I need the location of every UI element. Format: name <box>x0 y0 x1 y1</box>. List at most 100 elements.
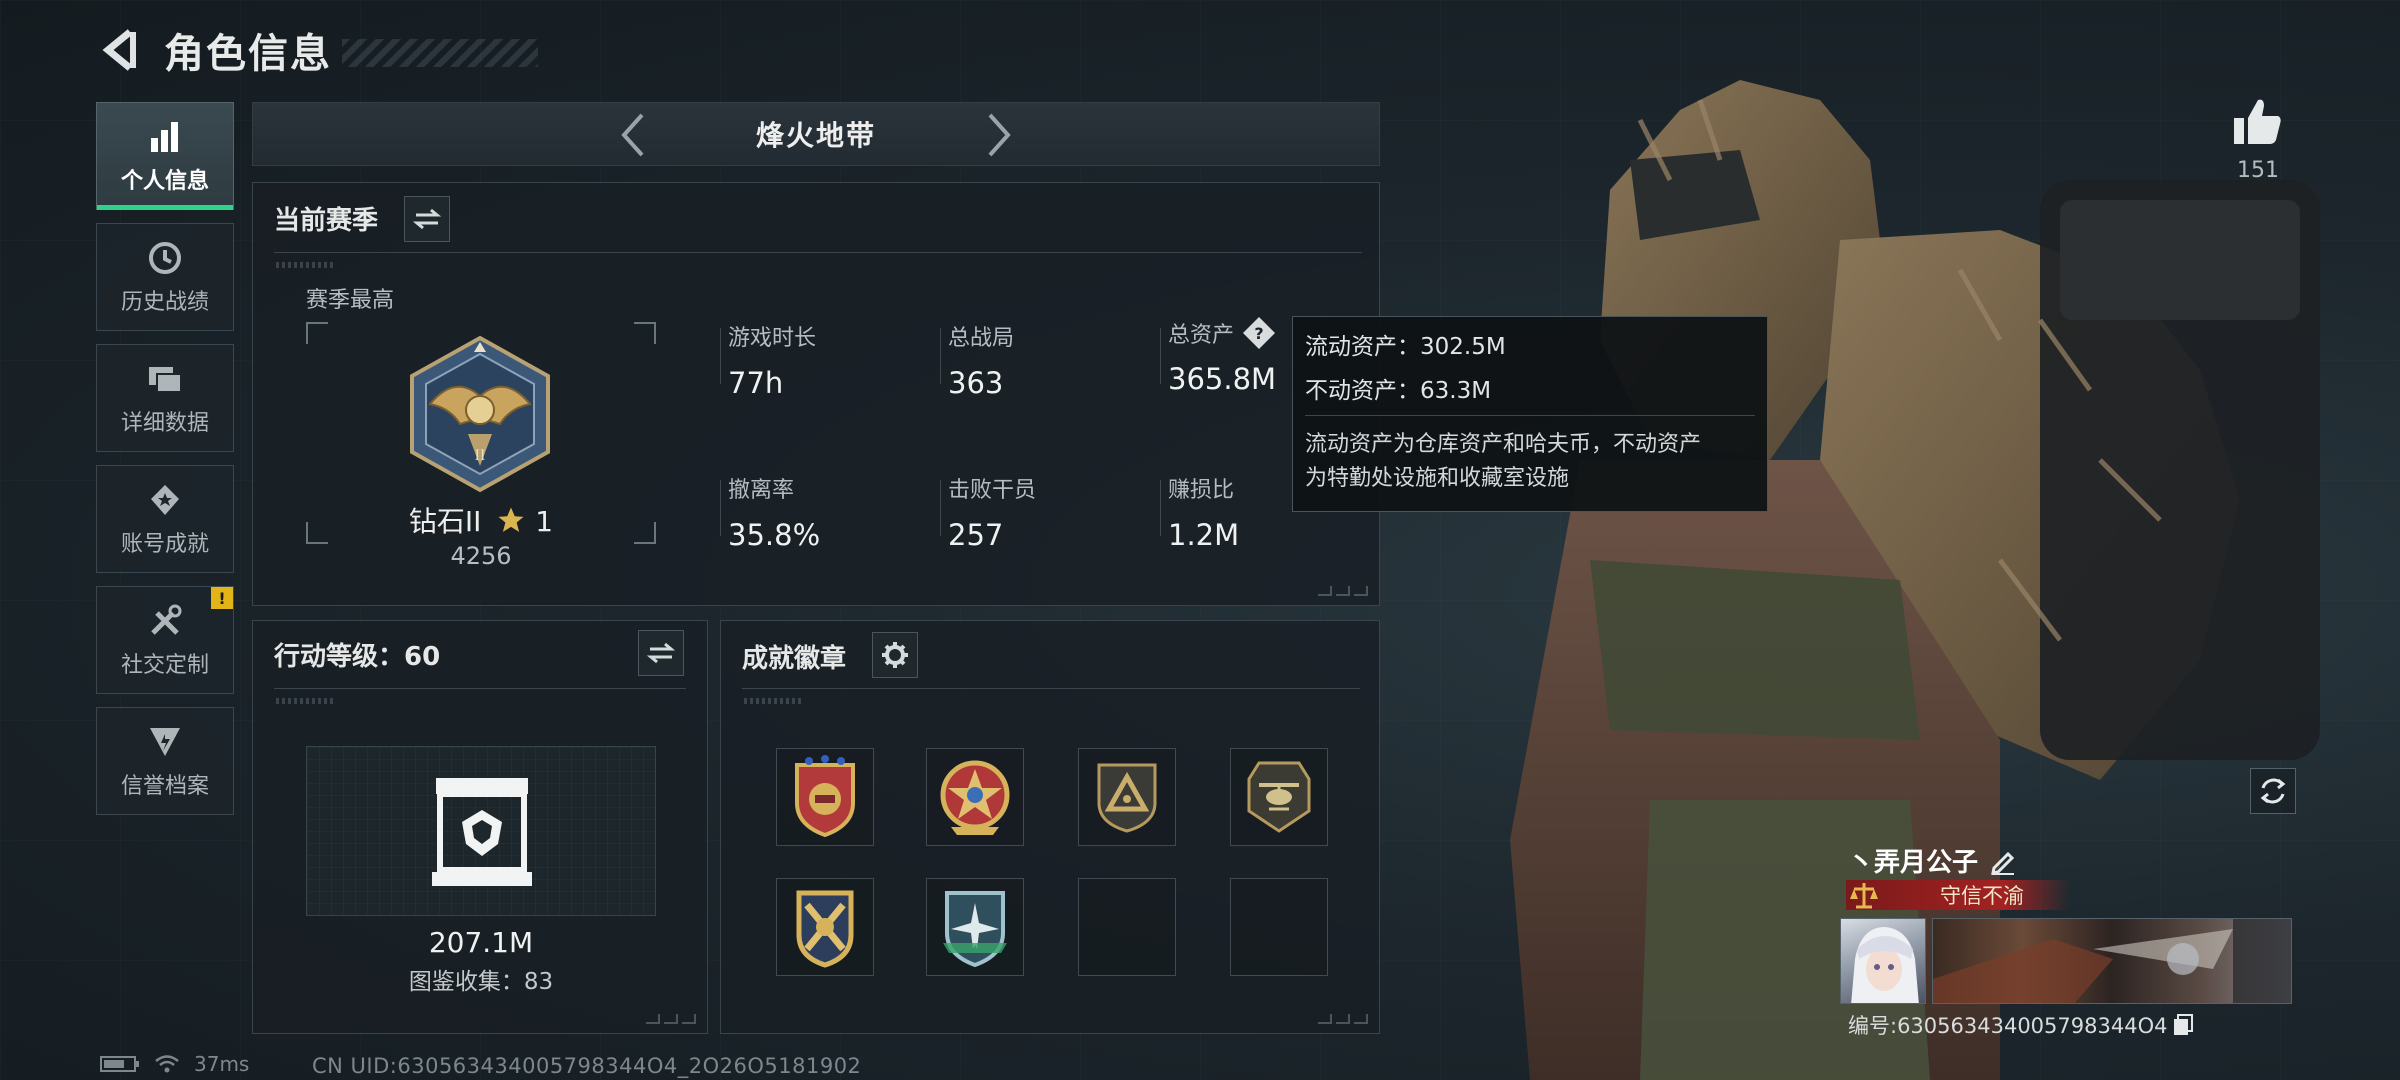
tools-icon <box>145 601 185 641</box>
cards-icon <box>145 359 185 399</box>
stat-divider <box>1160 480 1161 536</box>
sidebar-item-label: 个人信息 <box>120 169 209 194</box>
divider <box>742 688 1360 689</box>
stat-value: 257 <box>948 518 1004 552</box>
tooltip-fixed-assets: 不动资产：63.3M <box>1305 378 1492 404</box>
notice-badge: ! <box>211 587 233 609</box>
reputation-icon <box>145 722 185 762</box>
corner-decoration <box>1318 586 1372 598</box>
season-switch-button[interactable] <box>404 196 450 242</box>
stat-divider <box>720 480 721 536</box>
rank-emblem-icon: II <box>410 335 550 493</box>
sidebar-item-reputation[interactable]: 信誉档案 <box>96 707 234 815</box>
badge-slot[interactable] <box>926 878 1024 976</box>
assets-tooltip: 流动资产：302.5M 不动资产：63.3M 流动资产为仓库资产和哈夫币，不动资… <box>1292 316 1768 512</box>
tick-decoration <box>276 262 336 268</box>
stat-value: 77h <box>728 366 784 400</box>
like-count: 151 <box>2237 158 2279 183</box>
divider <box>274 252 1362 253</box>
rank-score: 4256 <box>450 542 512 570</box>
stat-value: 35.8% <box>728 518 821 552</box>
sidebar-item-social-custom[interactable]: ! 社交定制 <box>96 586 234 694</box>
stat-play-time: 游戏时长 77h <box>728 320 816 400</box>
sidebar-item-history[interactable]: 历史战绩 <box>96 223 234 331</box>
sidebar-item-achievements[interactable]: 账号成就 <box>96 465 234 573</box>
header: 角色信息 <box>96 20 538 80</box>
crossed-weapons-badge-icon <box>796 890 854 968</box>
collection-value: 207.1M <box>428 926 534 959</box>
mode-selector: 烽火地带 <box>252 102 1380 166</box>
badges-settings-button[interactable] <box>872 632 918 678</box>
refresh-button[interactable] <box>2250 768 2296 814</box>
help-icon[interactable]: ? <box>1242 316 1276 350</box>
stat-total-assets: 总资产 ? 365.8M <box>1168 316 1276 396</box>
action-level-switch-button[interactable] <box>638 630 684 676</box>
swap-icon <box>647 642 675 664</box>
aircraft-badge-icon <box>943 891 1007 968</box>
helicopter-badge-icon <box>1247 761 1311 833</box>
scales-emblem-icon <box>1850 883 1878 909</box>
stat-divider <box>720 328 721 384</box>
tooltip-desc-line-2: 为特勤处设施和收藏室设施 <box>1305 466 1570 491</box>
triangle-badge-icon <box>1097 763 1157 833</box>
tick-decoration <box>744 698 804 704</box>
stat-label: 总资产 <box>1168 323 1235 348</box>
svg-text:?: ? <box>1254 324 1263 343</box>
sidebar: 个人信息 历史战绩 详细数据 账号成就 ! 社交定制 信誉档案 <box>96 102 234 828</box>
star-badge-icon <box>940 760 1010 835</box>
player-id: 编号:630563434005798344O4 <box>1848 1014 2168 1038</box>
badge-slot[interactable] <box>1078 748 1176 846</box>
avatar[interactable] <box>1840 918 1926 1004</box>
stat-label: 总战局 <box>948 326 1015 351</box>
stat-label: 赚损比 <box>1168 478 1235 503</box>
tick-decoration <box>276 698 336 704</box>
uid-text: CN UID:630563434005798344O4_2O26O5181902 <box>312 1054 862 1078</box>
player-name-row: 丶弄月公子 <box>1848 842 2018 879</box>
tooltip-liquid-assets: 流动资产：302.5M <box>1305 334 1506 360</box>
stat-label: 游戏时长 <box>728 326 817 351</box>
stat-total-matches: 总战局 363 <box>948 320 1014 400</box>
gear-icon <box>882 642 908 668</box>
thumbs-up-icon[interactable] <box>2232 96 2284 148</box>
rank-name-row: 钻石II 1 <box>306 500 656 540</box>
ping-value: 37ms <box>194 1052 250 1076</box>
stat-value: 363 <box>948 366 1004 400</box>
stat-profit-loss: 赚损比 1.2M <box>1168 472 1239 552</box>
prev-mode-arrow-icon[interactable] <box>609 111 657 159</box>
sidebar-item-label: 账号成就 <box>120 532 209 557</box>
stat-value: 1.2M <box>1168 518 1240 552</box>
next-mode-arrow-icon[interactable] <box>975 111 1023 159</box>
collection-case-icon <box>432 778 532 886</box>
player-id-row: 编号:630563434005798344O4 <box>1848 1010 2195 1040</box>
stat-divider <box>1160 328 1161 384</box>
back-arrow-icon[interactable] <box>96 26 144 74</box>
divider <box>274 688 686 689</box>
achievement-icon <box>145 480 185 520</box>
sidebar-item-personal-info[interactable]: 个人信息 <box>96 102 234 210</box>
stat-value: 365.8M <box>1168 362 1277 396</box>
tooltip-desc-line-1: 流动资产为仓库资产和哈夫币，不动资产 <box>1305 432 1702 457</box>
badge-slot[interactable] <box>776 748 874 846</box>
badge-slot[interactable] <box>926 748 1024 846</box>
badge-slot[interactable] <box>1230 748 1328 846</box>
badge-slot[interactable] <box>776 878 874 976</box>
player-title: 守信不渝 <box>1940 884 2024 908</box>
svg-text:II: II <box>475 447 486 464</box>
title-stripe-decoration <box>342 39 538 67</box>
stat-label-row: 总资产 ? <box>1168 316 1276 350</box>
battery-icon <box>100 1056 139 1072</box>
sidebar-item-label: 信誉档案 <box>120 774 209 799</box>
copy-icon[interactable] <box>2171 1013 2195 1037</box>
sidebar-item-label: 社交定制 <box>120 653 209 678</box>
season-title: 当前赛季 <box>274 206 379 236</box>
sidebar-item-detailed-data[interactable]: 详细数据 <box>96 344 234 452</box>
badge-slot-empty[interactable] <box>1078 878 1176 976</box>
stat-divider <box>940 328 941 384</box>
badge-slot-empty[interactable] <box>1230 878 1328 976</box>
swap-icon <box>413 208 441 230</box>
collection-count: 图鉴收集：83 <box>408 969 554 995</box>
edit-pencil-icon[interactable] <box>1988 846 2018 876</box>
stat-operators-defeated: 击败干员 257 <box>948 472 1036 552</box>
player-banner-image[interactable] <box>1932 918 2292 1004</box>
rank-name: 钻石II <box>408 505 482 538</box>
